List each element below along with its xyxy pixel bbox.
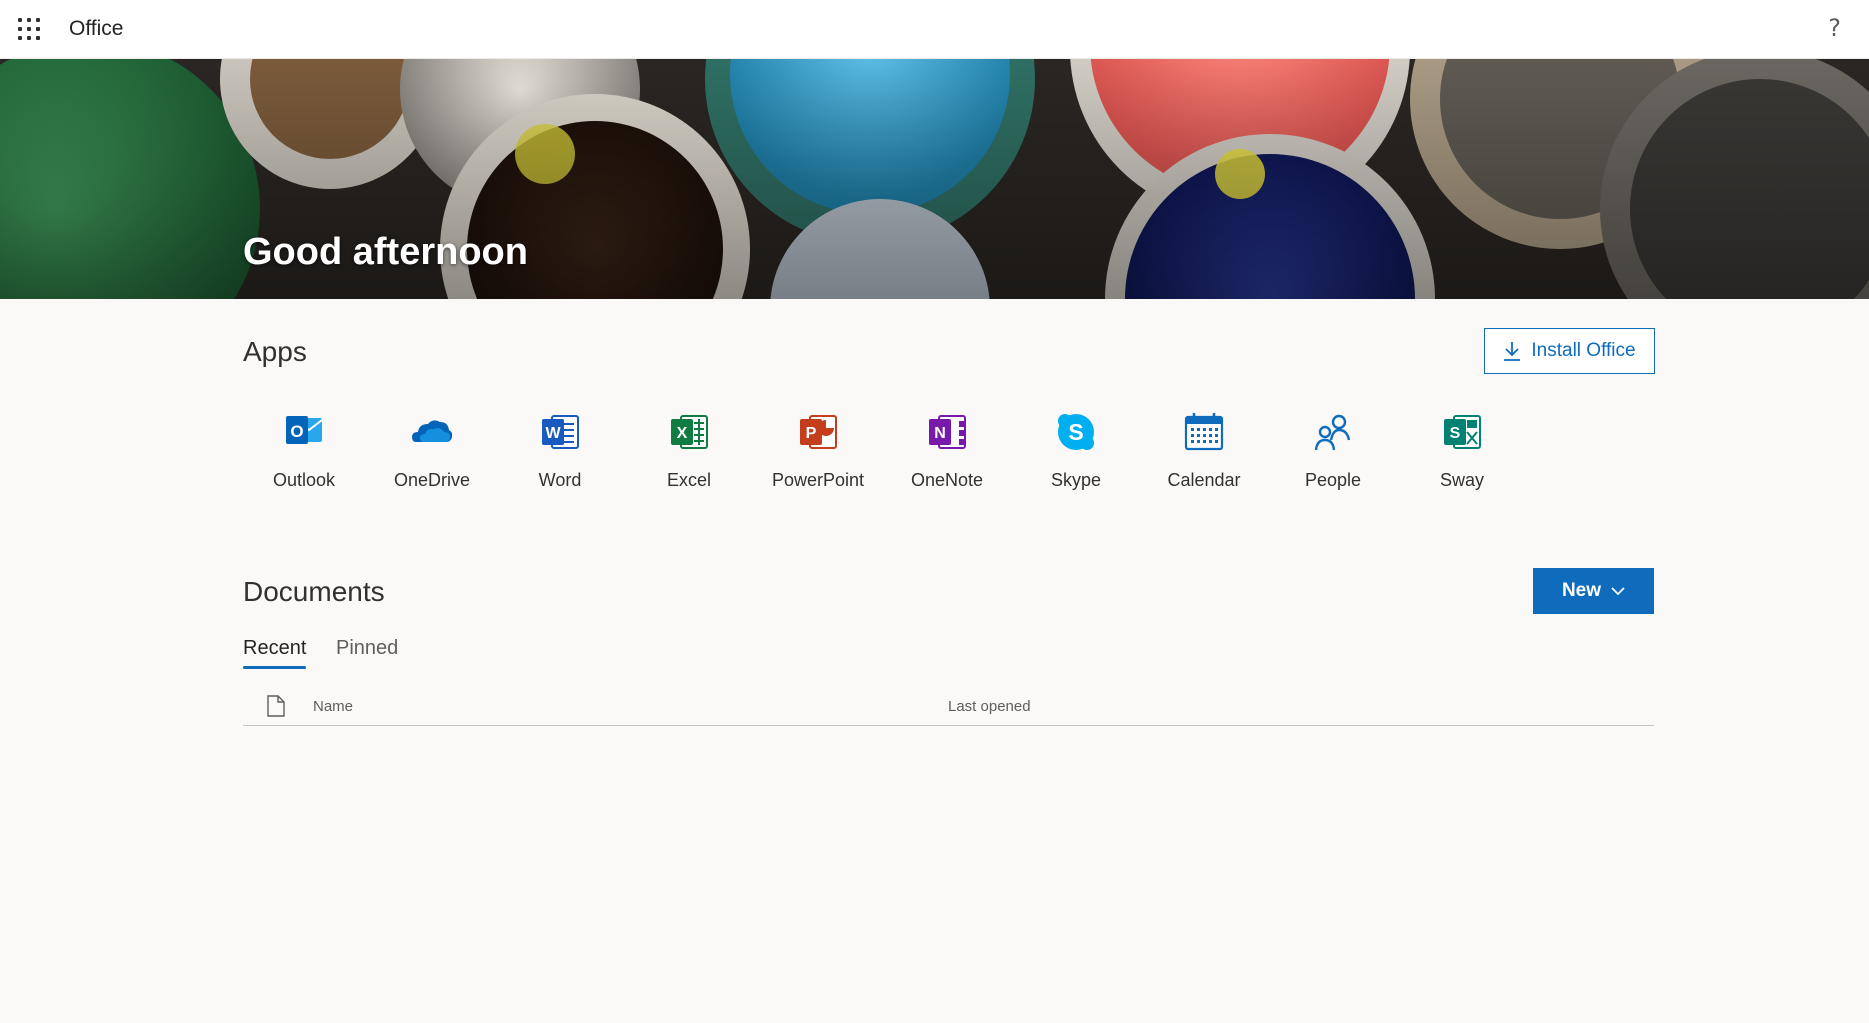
svg-text:S: S xyxy=(1450,425,1461,442)
help-icon[interactable]: ? xyxy=(1828,14,1841,42)
svg-text:O: O xyxy=(290,422,303,441)
app-label: OneDrive xyxy=(393,470,471,490)
svg-text:P: P xyxy=(806,425,817,442)
app-label: Skype xyxy=(1050,470,1102,490)
app-tile-word[interactable]: W Word xyxy=(505,404,615,504)
download-icon xyxy=(1504,342,1521,361)
app-launcher-icon[interactable] xyxy=(14,14,44,44)
app-label: Sway xyxy=(1439,470,1484,490)
app-tile-powerpoint[interactable]: P PowerPoint xyxy=(763,404,873,504)
documents-heading: Documents xyxy=(243,576,385,607)
column-header-name[interactable]: Name xyxy=(313,698,353,715)
svg-text:S: S xyxy=(1068,419,1083,445)
app-label: OneNote xyxy=(910,470,984,490)
svg-text:W: W xyxy=(545,425,561,442)
app-tile-onedrive[interactable]: OneDrive xyxy=(377,404,487,504)
documents-table-header: Name Last opened xyxy=(243,690,1654,726)
app-tile-onenote[interactable]: N OneNote xyxy=(892,404,1002,504)
app-label: Word xyxy=(538,470,582,490)
outlook-icon: O xyxy=(286,416,323,444)
apps-heading: Apps xyxy=(243,336,307,367)
app-tile-people[interactable]: People xyxy=(1278,404,1388,504)
app-label: PowerPoint xyxy=(771,470,865,490)
install-office-label: Install Office xyxy=(1531,340,1636,361)
app-tile-skype[interactable]: S Skype xyxy=(1021,404,1131,504)
tab-pinned[interactable]: Pinned xyxy=(336,637,398,660)
file-type-icon xyxy=(267,695,285,717)
app-tile-outlook[interactable]: O Outlook xyxy=(249,404,359,504)
app-label: People xyxy=(1304,470,1362,490)
app-tile-calendar[interactable]: Calendar xyxy=(1149,404,1259,504)
office-brand-link[interactable]: Office xyxy=(69,17,123,41)
app-tile-excel[interactable]: X Excel xyxy=(634,404,744,504)
new-button-label: New xyxy=(1561,580,1602,601)
people-icon xyxy=(1314,414,1351,451)
app-label: Excel xyxy=(666,470,711,490)
app-tile-sway[interactable]: S Sway xyxy=(1407,404,1517,504)
top-bar: Office ? xyxy=(0,0,1869,59)
column-header-last-opened[interactable]: Last opened xyxy=(948,698,1031,715)
hero-banner: Good afternoon xyxy=(0,59,1869,299)
new-document-button[interactable]: New xyxy=(1533,568,1654,614)
svg-text:X: X xyxy=(677,425,688,442)
install-office-button[interactable]: Install Office xyxy=(1484,328,1655,374)
svg-text:N: N xyxy=(934,425,946,442)
word-icon: W xyxy=(542,415,579,449)
app-label: Calendar xyxy=(1167,470,1241,490)
onedrive-icon xyxy=(412,420,453,442)
onenote-icon: N xyxy=(929,415,966,449)
tab-recent[interactable]: Recent xyxy=(243,637,307,669)
skype-icon: S xyxy=(1058,414,1094,450)
app-label: Outlook xyxy=(272,470,336,490)
chevron-down-icon xyxy=(1611,587,1625,596)
excel-icon: X xyxy=(671,415,708,449)
greeting-heading: Good afternoon xyxy=(243,231,528,273)
calendar-icon xyxy=(1184,413,1224,451)
sway-icon: S xyxy=(1444,415,1481,449)
powerpoint-icon: P xyxy=(800,415,837,449)
